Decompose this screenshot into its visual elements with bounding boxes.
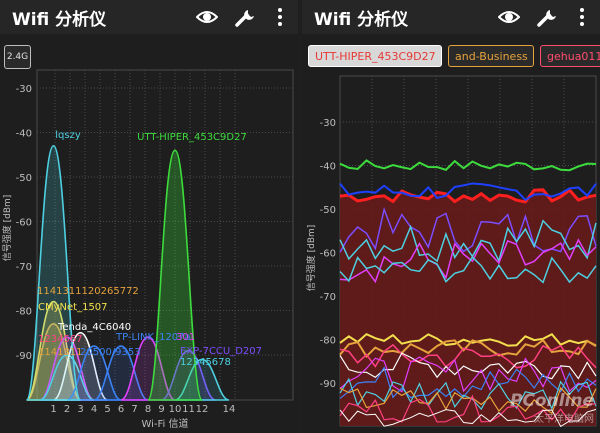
wrench-icon[interactable] <box>536 6 560 28</box>
x-tick-label: 4 <box>91 404 97 415</box>
y-tick-label: -50 <box>320 205 336 216</box>
x-tick-label: 3 <box>77 404 83 415</box>
y-tick-label: -40 <box>320 162 336 173</box>
signal-history-chart: -30 -40 -50 -60 -70 -80 -90 信号强度 [dBm] PConline太… <box>305 75 597 428</box>
network-label: UTT-HIPER_453C9D27 <box>137 132 247 143</box>
network-label: 20500/9353 <box>80 347 141 358</box>
eye-icon[interactable] <box>196 6 218 28</box>
network-line <box>339 159 597 172</box>
network-label: lqszy <box>55 130 81 141</box>
watermark-brand: PConline <box>510 391 594 411</box>
band-toggle-button[interactable]: 2.4G <box>4 45 31 69</box>
network-curve <box>25 145 82 401</box>
y-tick-label: -60 <box>16 218 32 229</box>
x-tick-label: 8 <box>145 404 151 415</box>
y-tick-label: -50 <box>16 173 32 184</box>
network-filter-chip[interactable]: UTT-HIPER_453C9D27 <box>308 45 442 67</box>
y-tick-label: -30 <box>320 118 336 129</box>
channel-graph-screen: Wifi 分析仪 2.4G -30 -40 -50 -60 -70 -80 -90 1 2 3 4 5… <box>0 0 298 433</box>
y-tick-label: -80 <box>16 307 32 318</box>
network-filter-chip[interactable]: gehua0114 <box>540 45 600 67</box>
y-tick-label: -60 <box>320 249 336 260</box>
app-bar: Wifi 分析仪 <box>0 0 298 34</box>
overflow-menu-icon[interactable] <box>578 6 586 28</box>
x-tick-label: 2 <box>64 404 70 415</box>
x-tick-label: 12 <box>196 404 209 415</box>
x-tick-label: 1 <box>50 404 56 415</box>
network-label: 1141311 <box>38 347 83 358</box>
x-tick-label: 7 <box>131 404 137 415</box>
wrench-icon[interactable] <box>234 6 258 28</box>
y-tick-label: -70 <box>320 292 336 303</box>
x-tick-label: 11 <box>182 404 195 415</box>
watermark-sub: 太平洋电脑网 <box>534 412 594 425</box>
network-filter-chip[interactable]: and-Business <box>448 45 534 67</box>
network-label: 1234567 <box>38 334 83 345</box>
x-axis-label: Wi-Fi 信道 <box>141 417 188 430</box>
time-graph-screen: Wifi 分析仪 UTT-HIPER_453C9D27 and-Business… <box>302 0 600 433</box>
network-label: 1141311120265772 <box>37 286 139 297</box>
y-axis-label: 信号强度 [dBm] <box>305 225 317 292</box>
x-tick-label: 9 <box>158 404 164 415</box>
network-label: EXP-7CCU_D207 <box>180 346 262 357</box>
network-label: 12345678 <box>180 357 231 368</box>
app-title: Wifi 分析仪 <box>12 10 107 30</box>
overflow-menu-icon[interactable] <box>276 6 284 28</box>
x-tick-label: 6 <box>118 404 124 415</box>
y-tick-label: -40 <box>16 129 32 140</box>
x-tick-label: 5 <box>104 404 110 415</box>
app-bar: Wifi 分析仪 <box>302 0 600 34</box>
eye-icon[interactable] <box>498 6 520 28</box>
y-tick-label: -30 <box>16 84 32 95</box>
channel-chart: -30-40-50-60-70-80-901 2 3 4 5 6 7 8 9 10 11 12 14Wi… <box>1 69 294 430</box>
y-tick-label: -80 <box>320 336 336 347</box>
x-tick-label: 14 <box>223 404 236 415</box>
network-label: 301 <box>176 332 195 343</box>
app-title: Wifi 分析仪 <box>314 10 409 30</box>
y-tick-label: -90 <box>320 379 336 390</box>
y-axis-label: 信号强度 [dBm] <box>1 195 13 262</box>
y-tick-label: -70 <box>16 262 32 273</box>
network-label: CMyNet_1507 <box>38 302 108 313</box>
x-tick-label: 10 <box>169 404 182 415</box>
y-tick-label: -90 <box>16 351 32 362</box>
